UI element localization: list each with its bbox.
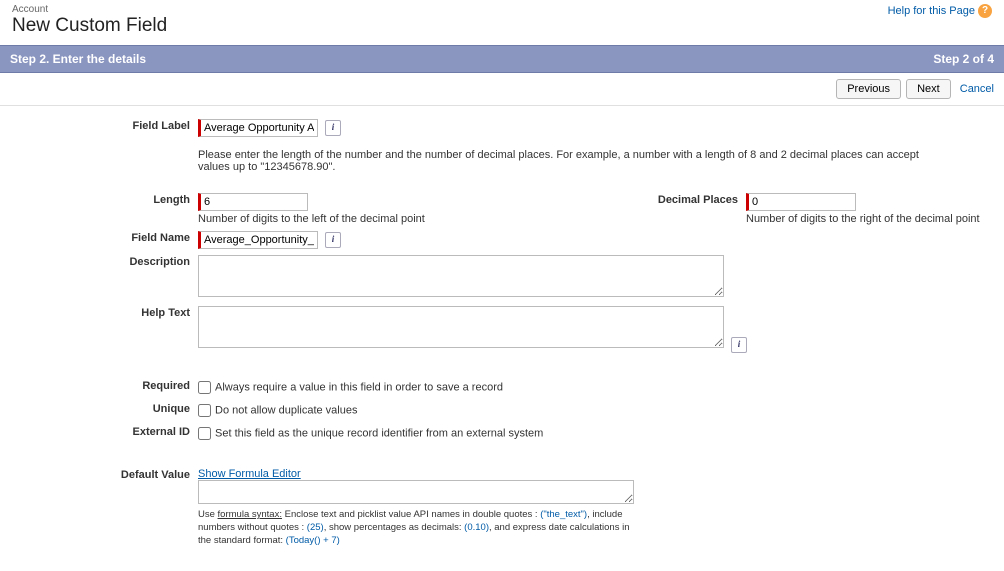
- page-title: New Custom Field: [12, 15, 167, 37]
- help-text-textarea[interactable]: [198, 306, 724, 348]
- page-header: Account New Custom Field Help for this P…: [0, 0, 1004, 45]
- help-icon: ?: [978, 4, 992, 18]
- length-input[interactable]: [198, 193, 308, 211]
- length-sub: Number of digits to the left of the deci…: [198, 211, 608, 225]
- label-field-name: Field Name: [0, 228, 198, 252]
- info-icon[interactable]: i: [325, 120, 341, 136]
- button-row: Previous Next Cancel: [0, 73, 1004, 105]
- external-check-label: Set this field as the unique record iden…: [215, 428, 543, 440]
- previous-button[interactable]: Previous: [836, 79, 901, 99]
- unique-check-label: Do not allow duplicate values: [215, 405, 357, 417]
- next-button[interactable]: Next: [906, 79, 951, 99]
- label-decimal-places: Decimal Places: [608, 190, 746, 228]
- label-unique: Unique: [0, 399, 198, 422]
- form-body: Field Label i Please enter the length of…: [0, 105, 1004, 571]
- external-id-checkbox[interactable]: [198, 427, 211, 440]
- step-title: Step 2. Enter the details: [10, 52, 146, 66]
- field-label-input[interactable]: [198, 119, 318, 137]
- label-length: Length: [0, 190, 198, 228]
- field-name-input[interactable]: [198, 231, 318, 249]
- label-description: Description: [0, 252, 198, 303]
- step-bar: Step 2. Enter the details Step 2 of 4: [0, 45, 1004, 73]
- default-value-textarea[interactable]: [198, 480, 634, 504]
- required-check-label: Always require a value in this field in …: [215, 382, 503, 394]
- info-icon[interactable]: i: [325, 232, 341, 248]
- cancel-link[interactable]: Cancel: [960, 83, 994, 95]
- required-checkbox[interactable]: [198, 381, 211, 394]
- step-counter: Step 2 of 4: [933, 52, 994, 66]
- decimal-places-input[interactable]: [746, 193, 856, 211]
- breadcrumb: Account: [12, 4, 167, 15]
- label-help-text: Help Text: [0, 303, 198, 356]
- help-for-page-link[interactable]: Help for this Page?: [888, 5, 992, 17]
- description-textarea[interactable]: [198, 255, 724, 297]
- info-icon[interactable]: i: [731, 337, 747, 353]
- label-field-label: Field Label: [0, 116, 198, 140]
- label-required: Required: [0, 376, 198, 399]
- decimal-sub: Number of digits to the right of the dec…: [746, 211, 1004, 225]
- number-instructions: Please enter the length of the number an…: [198, 143, 938, 187]
- formula-syntax-help: Use formula syntax: Enclose text and pic…: [198, 507, 638, 547]
- show-formula-editor-link[interactable]: Show Formula Editor: [198, 468, 301, 480]
- unique-checkbox[interactable]: [198, 404, 211, 417]
- label-external-id: External ID: [0, 422, 198, 445]
